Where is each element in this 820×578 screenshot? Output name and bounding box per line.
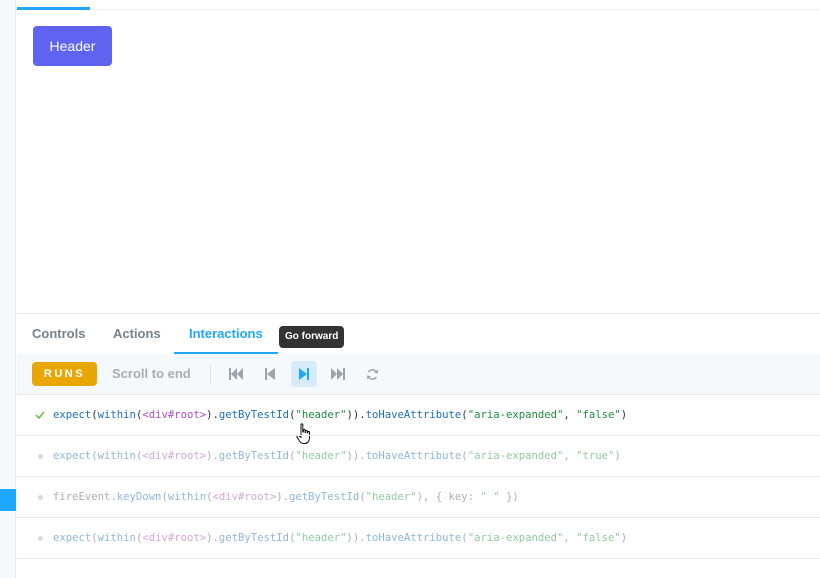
- interactions-list: expect(within(<div#root>).getByTestId("h…: [17, 395, 820, 559]
- code-token: ): [620, 409, 628, 421]
- code-token: "header": [295, 532, 347, 544]
- interaction-row[interactable]: expect(within(<div#root>).getByTestId("h…: [17, 436, 820, 477]
- code-token: expect: [53, 532, 92, 544]
- code-token: getByTestId: [218, 409, 290, 421]
- code-token: )).: [346, 409, 366, 421]
- code-token: getByTestId: [289, 491, 360, 503]
- addons-panel: Controls Actions Interactions Go forward…: [17, 313, 820, 578]
- code-token: toHaveAttribute: [365, 532, 462, 544]
- go-back-icon: [265, 368, 275, 380]
- pending-dot-icon: [35, 436, 45, 476]
- code-token: <div#root>: [142, 409, 207, 421]
- go-back-button[interactable]: [257, 361, 283, 387]
- pending-dot-icon: [35, 477, 45, 517]
- sidebar-selected-marker: [0, 489, 16, 511]
- scroll-to-end-button[interactable]: Scroll to end: [112, 362, 191, 386]
- code-token: ): [614, 450, 621, 462]
- header-button[interactable]: Header: [33, 26, 112, 66]
- addons-tabbar: Controls Actions Interactions Go forward: [17, 313, 820, 355]
- interaction-code: fireEvent.keyDown(within(<div#root>).get…: [53, 477, 519, 517]
- tab-actions[interactable]: Actions: [98, 314, 176, 354]
- code-token: keyDown: [116, 491, 162, 503]
- pending-dot-icon: [35, 518, 45, 558]
- code-token: )).: [346, 532, 366, 544]
- code-token: "aria-expanded": [467, 409, 564, 421]
- go-forward-button[interactable]: [291, 361, 317, 387]
- sidebar-strip: [0, 0, 16, 578]
- toolbar-top: [17, 0, 820, 10]
- go-to-start-button[interactable]: [223, 361, 249, 387]
- code-token: ).: [206, 409, 219, 421]
- code-token: ).: [206, 450, 219, 462]
- interactions-toolbar: RUNS Scroll to end: [17, 354, 820, 444]
- code-token: within: [97, 409, 136, 421]
- code-token: ).: [206, 532, 219, 544]
- code-token: ): [620, 532, 628, 544]
- tab-controls[interactable]: Controls: [17, 314, 100, 354]
- check-icon: [35, 395, 45, 435]
- code-token: "true": [576, 450, 615, 462]
- code-token: toHaveAttribute: [365, 409, 462, 421]
- code-token: ).: [276, 491, 290, 503]
- code-token: " ": [480, 491, 500, 503]
- code-token: <div#root>: [142, 532, 207, 544]
- code-token: within: [97, 532, 136, 544]
- go-to-start-icon: [229, 368, 243, 380]
- interaction-row[interactable]: expect(within(<div#root>).getByTestId("h…: [17, 395, 820, 436]
- code-token: <div#root>: [212, 491, 277, 503]
- code-token: fireEvent.: [53, 491, 117, 503]
- go-forward-icon: [299, 368, 309, 380]
- preview-canvas: Header: [17, 10, 820, 313]
- code-token: expect: [53, 409, 92, 421]
- interaction-code: expect(within(<div#root>).getByTestId("h…: [53, 436, 621, 476]
- interaction-row[interactable]: fireEvent.keyDown(within(<div#root>).get…: [17, 477, 820, 518]
- code-token: "false": [576, 409, 621, 421]
- code-token: "false": [576, 532, 621, 544]
- interaction-code: expect(within(<div#root>).getByTestId("h…: [53, 395, 627, 435]
- toolbar-divider: [210, 365, 211, 383]
- code-token: )).: [346, 450, 366, 462]
- go-to-end-button[interactable]: [325, 361, 351, 387]
- code-token: "header": [295, 450, 347, 462]
- status-badge: RUNS: [32, 362, 97, 386]
- code-token: ), { key:: [416, 491, 481, 503]
- code-token: ,: [563, 409, 577, 421]
- code-token: within: [97, 450, 136, 462]
- code-token: expect: [53, 450, 92, 462]
- rerun-icon: [366, 368, 378, 380]
- code-token: "aria-expanded": [467, 450, 564, 462]
- go-forward-tooltip: Go forward: [279, 326, 345, 348]
- code-token: ,: [563, 532, 577, 544]
- code-token: getByTestId: [218, 450, 290, 462]
- code-token: "aria-expanded": [467, 532, 564, 544]
- code-token: ,: [563, 450, 577, 462]
- code-token: <div#root>: [142, 450, 207, 462]
- code-token: "header": [365, 491, 417, 503]
- code-token: "header": [295, 409, 347, 421]
- code-token: getByTestId: [218, 532, 290, 544]
- go-to-end-icon: [331, 368, 345, 380]
- interaction-row[interactable]: expect(within(<div#root>).getByTestId("h…: [17, 518, 820, 559]
- interaction-code: expect(within(<div#root>).getByTestId("h…: [53, 518, 627, 558]
- code-token: within: [167, 491, 207, 503]
- code-token: toHaveAttribute: [365, 450, 462, 462]
- rerun-button[interactable]: [359, 361, 385, 387]
- code-token: }): [499, 491, 519, 503]
- tab-interactions[interactable]: Interactions: [174, 314, 278, 355]
